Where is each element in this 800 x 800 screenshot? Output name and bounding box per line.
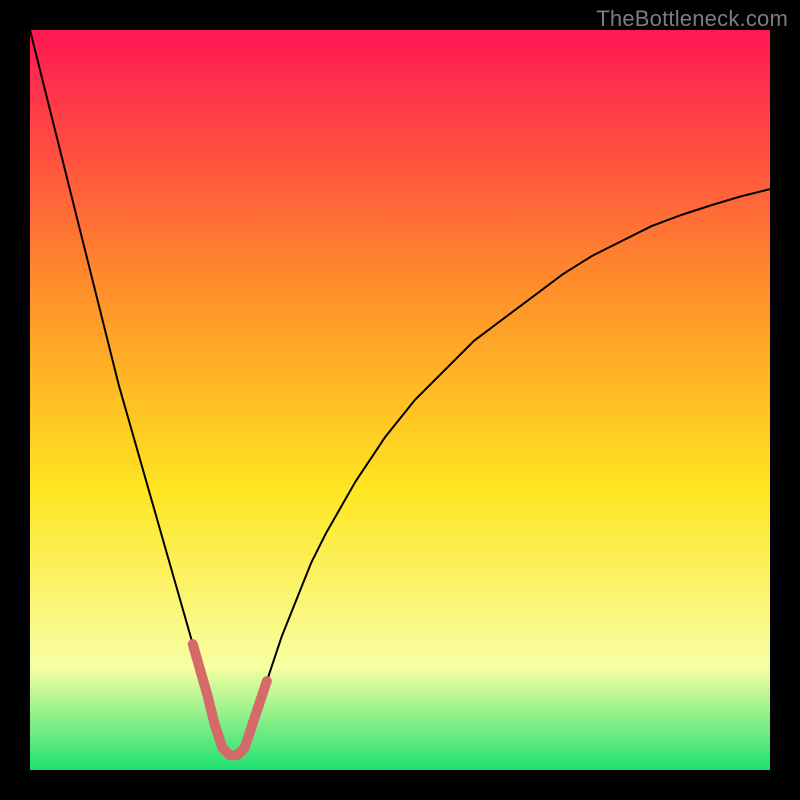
plot-background bbox=[30, 30, 770, 770]
plot-svg bbox=[30, 30, 770, 770]
plot-area bbox=[30, 30, 770, 770]
watermark-text: TheBottleneck.com bbox=[596, 6, 788, 32]
chart-outer: TheBottleneck.com bbox=[0, 0, 800, 800]
